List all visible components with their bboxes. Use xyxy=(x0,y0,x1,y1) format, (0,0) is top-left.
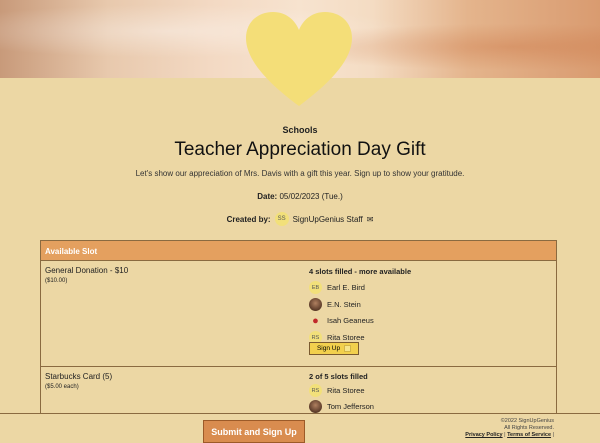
participant-name: Rita Storee xyxy=(327,386,365,395)
slot-status: 2 of 5 slots filled xyxy=(309,372,368,381)
legal-links: Privacy Policy | Terms of Service | xyxy=(465,432,554,438)
slot-name: General Donation - $10 xyxy=(45,266,129,275)
participant-name: E.N. Stein xyxy=(327,300,361,309)
mail-icon[interactable]: ✉ xyxy=(367,215,374,224)
slot-status: 4 slots filled - more available xyxy=(309,267,412,276)
event-date: Date: 05/02/2023 (Tue.) xyxy=(0,192,600,201)
category-label: Schools xyxy=(282,125,318,135)
table-row: General Donation - $10 ($10.00) 4 slots … xyxy=(41,261,556,367)
page-title: Teacher Appreciation Day Gift xyxy=(174,139,426,160)
participant: EB Earl E. Bird xyxy=(309,281,365,294)
participant-avatar: RS xyxy=(309,384,322,397)
table-row: Starbucks Card (5) ($5.00 each) 2 of 5 s… xyxy=(41,367,556,414)
page-description: Let's show our appreciation of Mrs. Davi… xyxy=(135,169,465,178)
participant-name: Rita Storee xyxy=(327,333,365,342)
apple-icon: ● xyxy=(312,314,319,327)
privacy-policy-link[interactable]: Privacy Policy xyxy=(465,432,502,438)
legal-text: ©2022 SignUpGenius All Rights Reserved. … xyxy=(465,418,554,439)
rights: All Rights Reserved. xyxy=(504,425,554,431)
created-by: Created by: SS SignUpGenius Staff ✉ xyxy=(0,212,600,226)
participant-name: Tom Jefferson xyxy=(327,402,374,411)
heart-icon xyxy=(246,12,352,106)
participant-name: Isah Geaneus xyxy=(327,316,374,325)
participant: ● Isah Geaneus xyxy=(309,314,374,327)
participant: RS Rita Storee xyxy=(309,384,365,397)
participant: E.N. Stein xyxy=(309,298,361,311)
slot-price: ($5.00 each) xyxy=(45,384,79,390)
submit-and-sign-up-button[interactable]: Submit and Sign Up xyxy=(203,420,305,443)
created-by-label: Created by: xyxy=(226,214,271,224)
creator-avatar: SS xyxy=(274,212,289,226)
table-header: Available Slot xyxy=(41,241,556,261)
participant-name: Earl E. Bird xyxy=(327,283,365,292)
slot-price: ($10.00) xyxy=(45,278,68,284)
terms-of-service-link[interactable]: Terms of Service xyxy=(507,432,551,438)
participant-avatar: EB xyxy=(309,281,322,294)
copyright: ©2022 SignUpGenius xyxy=(500,418,554,424)
sign-up-button[interactable]: Sign Up xyxy=(309,342,359,355)
date-label: Date: xyxy=(257,192,278,201)
slots-table: Available Slot General Donation - $10 ($… xyxy=(40,240,557,415)
creator-name: SignUpGenius Staff xyxy=(292,214,363,224)
sign-up-label: Sign Up xyxy=(316,345,341,352)
participant-photo xyxy=(309,400,322,413)
checkbox-icon[interactable] xyxy=(344,345,352,352)
slot-name: Starbucks Card (5) xyxy=(45,372,113,381)
participant: Tom Jefferson xyxy=(309,400,374,413)
date-value: 05/02/2023 (Tue.) xyxy=(279,192,343,201)
participant-photo xyxy=(309,298,322,311)
